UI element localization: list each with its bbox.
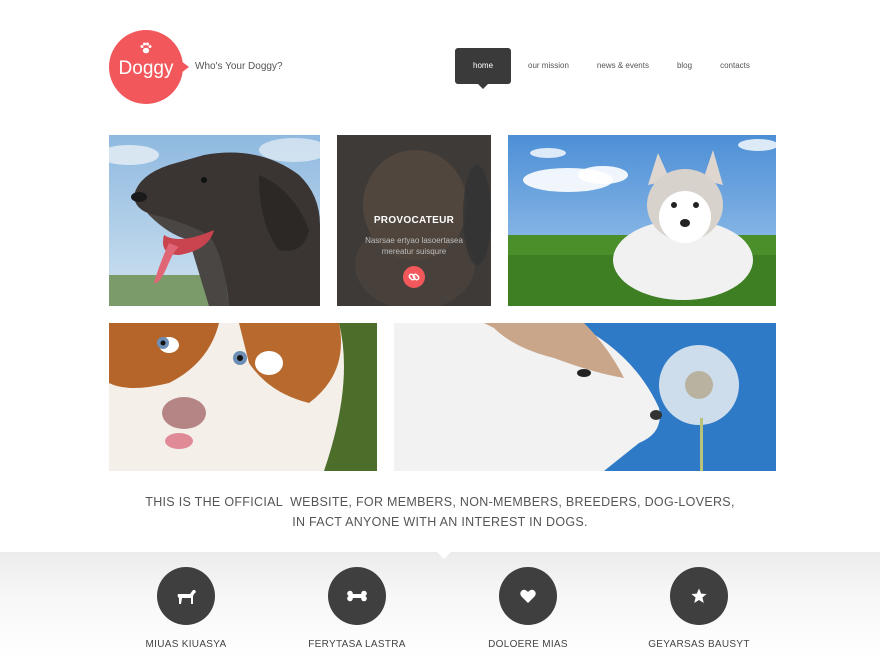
bone-icon [347, 590, 367, 602]
feature-label: DOLOERE MIAS [488, 639, 568, 650]
intro-line-1: THIS IS THE OFFICIAL WEBSITE, FOR MEMBER… [145, 495, 735, 509]
overlay-title: PROVOCATEUR [373, 215, 455, 226]
dog-icon [177, 590, 196, 604]
gallery-image-husky-puppy[interactable] [508, 135, 776, 306]
feature-circle[interactable] [157, 567, 215, 625]
main-nav: home our mission news & events blog cont… [455, 48, 764, 89]
link-icon [408, 273, 420, 281]
nav-item-contacts[interactable]: contacts [706, 48, 764, 84]
logo-text: Doggy [118, 58, 174, 79]
overlay-text: Nasrsae ertyao lasoertasea mereatur suis… [365, 236, 463, 256]
feature-item[interactable]: FERYTASA LASTRA [277, 567, 437, 650]
nav-item-our-mission[interactable]: our mission [514, 48, 583, 84]
band-notch [437, 552, 451, 559]
site-logo[interactable]: Doggy [109, 30, 189, 104]
gallery-image-shepherd-puppy[interactable] [109, 323, 377, 471]
feature-circle[interactable] [499, 567, 557, 625]
nav-item-home[interactable]: home [455, 48, 512, 89]
nav-item-blog[interactable]: blog [663, 48, 706, 84]
site-tagline: Who's Your Doggy? [195, 61, 283, 72]
feature-item[interactable]: DOLOERE MIAS [448, 567, 608, 650]
paw-icon [109, 41, 183, 58]
gallery-overlay-tile[interactable]: PROVOCATEUR Nasrsae ertyao lasoertasea m… [337, 135, 491, 306]
intro-line-2: IN FACT ANYONE WITH AN INTEREST IN DOGS. [292, 515, 588, 529]
heart-icon [520, 589, 536, 603]
link-button[interactable] [403, 266, 425, 288]
feature-circle[interactable] [328, 567, 386, 625]
feature-label: GEYARSAS BAUSYT [648, 639, 750, 650]
nav-item-news-events[interactable]: news & events [583, 48, 663, 84]
feature-label: MIUAS KIUASYA [145, 639, 227, 650]
intro-text: THIS IS THE OFFICIAL WEBSITE, FOR MEMBER… [100, 492, 780, 532]
feature-label: FERYTASA LASTRA [308, 639, 406, 650]
feature-item[interactable]: GEYARSAS BAUSYT [619, 567, 779, 650]
feature-item[interactable]: MIUAS KIUASYA [106, 567, 266, 650]
feature-circle[interactable] [670, 567, 728, 625]
star-icon [691, 588, 707, 603]
gallery-image-pointer-dog[interactable] [109, 135, 320, 306]
gallery-image-husky-dandelion[interactable] [394, 323, 776, 471]
